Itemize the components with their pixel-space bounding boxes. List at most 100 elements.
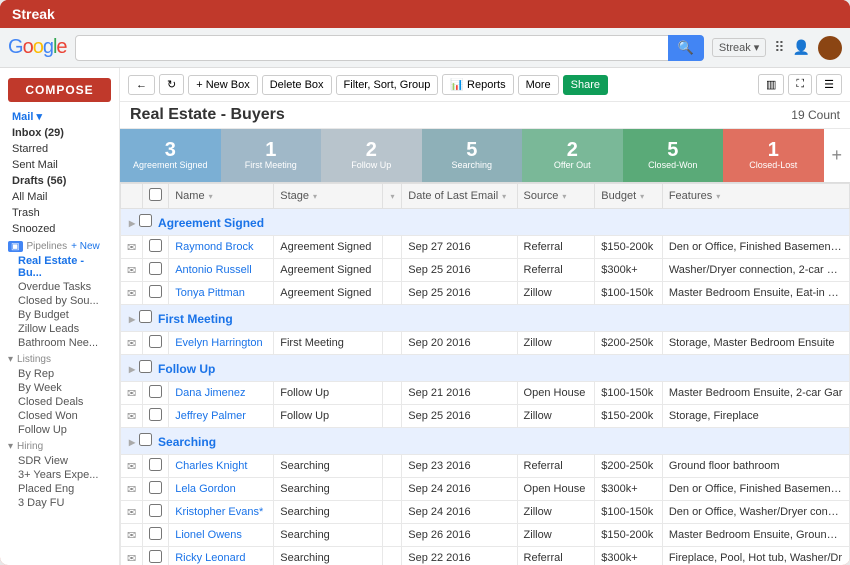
compose-button[interactable]: COMPOSE xyxy=(8,78,111,102)
sidebar-item-snoozed[interactable]: Snoozed xyxy=(0,221,119,237)
stage-s5[interactable]: 2Offer Out xyxy=(522,129,623,182)
row-expand[interactable]: ✉ xyxy=(121,405,143,428)
table-row[interactable]: ✉ Jeffrey Palmer Follow Up Sep 25 2016 Z… xyxy=(121,405,850,428)
sidebar-sub-by-rep[interactable]: By Rep xyxy=(0,367,119,381)
sidebar-sub-sdr[interactable]: SDR View xyxy=(0,454,119,468)
sidebar-sub-closed-deals[interactable]: Closed Deals xyxy=(0,395,119,409)
row-checkbox[interactable] xyxy=(149,335,162,348)
view-icon-2[interactable]: ⛶ xyxy=(788,74,812,95)
sidebar-sub-bathroom[interactable]: Bathroom Nee... xyxy=(0,336,119,350)
row-checkbox-cell[interactable] xyxy=(143,382,169,405)
row-expand[interactable]: ✉ xyxy=(121,382,143,405)
row-checkbox[interactable] xyxy=(149,504,162,517)
row-expand[interactable]: ✉ xyxy=(121,332,143,355)
back-button[interactable]: ← xyxy=(128,75,155,95)
sidebar-sub-closed-sou[interactable]: Closed by Sou... xyxy=(0,294,119,308)
row-checkbox-cell[interactable] xyxy=(143,501,169,524)
new-pipeline-button[interactable]: + New xyxy=(71,241,100,252)
sidebar-sub-overdue[interactable]: Overdue Tasks xyxy=(0,280,119,294)
row-checkbox-cell[interactable] xyxy=(143,478,169,501)
sidebar-item-mail[interactable]: Mail ▾ xyxy=(0,108,119,125)
sidebar-sub-real-estate[interactable]: Real Estate - Bu... xyxy=(0,254,119,280)
row-checkbox-cell[interactable] xyxy=(143,259,169,282)
col-header-6[interactable]: Source▾ xyxy=(517,184,595,209)
search-button[interactable]: 🔍 xyxy=(668,35,704,61)
row-checkbox[interactable] xyxy=(149,527,162,540)
row-checkbox[interactable] xyxy=(149,550,162,563)
row-checkbox[interactable] xyxy=(149,239,162,252)
sidebar-item-starred[interactable]: Starred xyxy=(0,141,119,157)
sidebar-item-drafts[interactable]: Drafts (56) xyxy=(0,173,119,189)
stage-s2[interactable]: 1First Meeting xyxy=(221,129,322,182)
streak-badge[interactable]: Streak ▾ xyxy=(712,38,766,57)
main-search-input[interactable] xyxy=(75,35,704,61)
row-expand[interactable]: ✉ xyxy=(121,501,143,524)
section-checkbox[interactable] xyxy=(139,310,152,323)
row-checkbox[interactable] xyxy=(149,285,162,298)
col-header-2[interactable]: Name▾ xyxy=(169,184,274,209)
section-header-agreement-signed[interactable]: ▸Agreement Signed xyxy=(121,209,850,236)
row-checkbox[interactable] xyxy=(149,262,162,275)
share-button[interactable]: Share xyxy=(563,75,608,95)
table-row[interactable]: ✉ Evelyn Harrington First Meeting Sep 20… xyxy=(121,332,850,355)
section-checkbox[interactable] xyxy=(139,360,152,373)
add-stage-button[interactable]: + xyxy=(824,129,850,182)
sidebar-item-inbox[interactable]: Inbox (29) xyxy=(0,125,119,141)
row-checkbox[interactable] xyxy=(149,458,162,471)
table-row[interactable]: ✉ Ricky Leonard Searching Sep 22 2016 Re… xyxy=(121,547,850,565)
row-expand[interactable]: ✉ xyxy=(121,236,143,259)
table-row[interactable]: ✉ Kristopher Evans* Searching Sep 24 201… xyxy=(121,501,850,524)
row-checkbox-cell[interactable] xyxy=(143,455,169,478)
sidebar-sub-by-week[interactable]: By Week xyxy=(0,381,119,395)
stage-s6[interactable]: 5Closed-Won xyxy=(623,129,724,182)
stage-s7[interactable]: 1Closed-Lost xyxy=(723,129,824,182)
table-row[interactable]: ✉ Antonio Russell Agreement Signed Sep 2… xyxy=(121,259,850,282)
sidebar-item-trash[interactable]: Trash xyxy=(0,205,119,221)
row-expand[interactable]: ✉ xyxy=(121,524,143,547)
row-checkbox-cell[interactable] xyxy=(143,236,169,259)
section-checkbox[interactable] xyxy=(139,214,152,227)
section-header-first-meeting[interactable]: ▸First Meeting xyxy=(121,305,850,332)
reports-button[interactable]: 📊 Reports xyxy=(442,74,513,95)
stage-s3[interactable]: 2Follow Up xyxy=(321,129,422,182)
table-row[interactable]: ✉ Lela Gordon Searching Sep 24 2016 Open… xyxy=(121,478,850,501)
sidebar-sub-follow-up[interactable]: Follow Up xyxy=(0,423,119,437)
sidebar-sub-by-budget[interactable]: By Budget xyxy=(0,308,119,322)
col-header-3[interactable]: Stage▾ xyxy=(274,184,382,209)
sidebar-item-sent[interactable]: Sent Mail xyxy=(0,157,119,173)
row-checkbox-cell[interactable] xyxy=(143,524,169,547)
sidebar-item-all-mail[interactable]: All Mail xyxy=(0,189,119,205)
table-row[interactable]: ✉ Lionel Owens Searching Sep 26 2016 Zil… xyxy=(121,524,850,547)
row-checkbox[interactable] xyxy=(149,481,162,494)
delete-box-button[interactable]: Delete Box xyxy=(262,75,332,95)
row-checkbox-cell[interactable] xyxy=(143,405,169,428)
row-checkbox[interactable] xyxy=(149,408,162,421)
sidebar-sub-closed-won[interactable]: Closed Won xyxy=(0,409,119,423)
new-box-button[interactable]: + New Box xyxy=(188,75,258,95)
section-checkbox[interactable] xyxy=(139,433,152,446)
table-row[interactable]: ✉ Charles Knight Searching Sep 23 2016 R… xyxy=(121,455,850,478)
avatar-icon[interactable] xyxy=(818,36,842,60)
table-row[interactable]: ✉ Tonya Pittman Agreement Signed Sep 25 … xyxy=(121,282,850,305)
filter-button[interactable]: Filter, Sort, Group xyxy=(336,75,439,95)
table-row[interactable]: ✉ Raymond Brock Agreement Signed Sep 27 … xyxy=(121,236,850,259)
section-header-follow-up[interactable]: ▸Follow Up xyxy=(121,355,850,382)
row-checkbox[interactable] xyxy=(149,385,162,398)
sidebar-sub-zillow[interactable]: Zillow Leads xyxy=(0,322,119,336)
stage-s1[interactable]: 3Agreement Signed xyxy=(120,129,221,182)
row-expand[interactable]: ✉ xyxy=(121,478,143,501)
refresh-button[interactable]: ↻ xyxy=(159,74,184,95)
col-header-4[interactable]: ▾ xyxy=(382,184,402,209)
sidebar-sub-placed-eng[interactable]: Placed Eng xyxy=(0,482,119,496)
view-icon-1[interactable]: ▥ xyxy=(758,74,784,95)
col-header-7[interactable]: Budget▾ xyxy=(595,184,663,209)
row-checkbox-cell[interactable] xyxy=(143,332,169,355)
row-expand[interactable]: ✉ xyxy=(121,259,143,282)
grid-icon[interactable]: ⠿ xyxy=(774,39,784,56)
section-header-searching[interactable]: ▸Searching xyxy=(121,428,850,455)
row-expand[interactable]: ✉ xyxy=(121,282,143,305)
sidebar-sub-3day-fu[interactable]: 3 Day FU xyxy=(0,496,119,510)
row-expand[interactable]: ✉ xyxy=(121,547,143,565)
row-checkbox-cell[interactable] xyxy=(143,547,169,565)
col-header-8[interactable]: Features▾ xyxy=(662,184,849,209)
